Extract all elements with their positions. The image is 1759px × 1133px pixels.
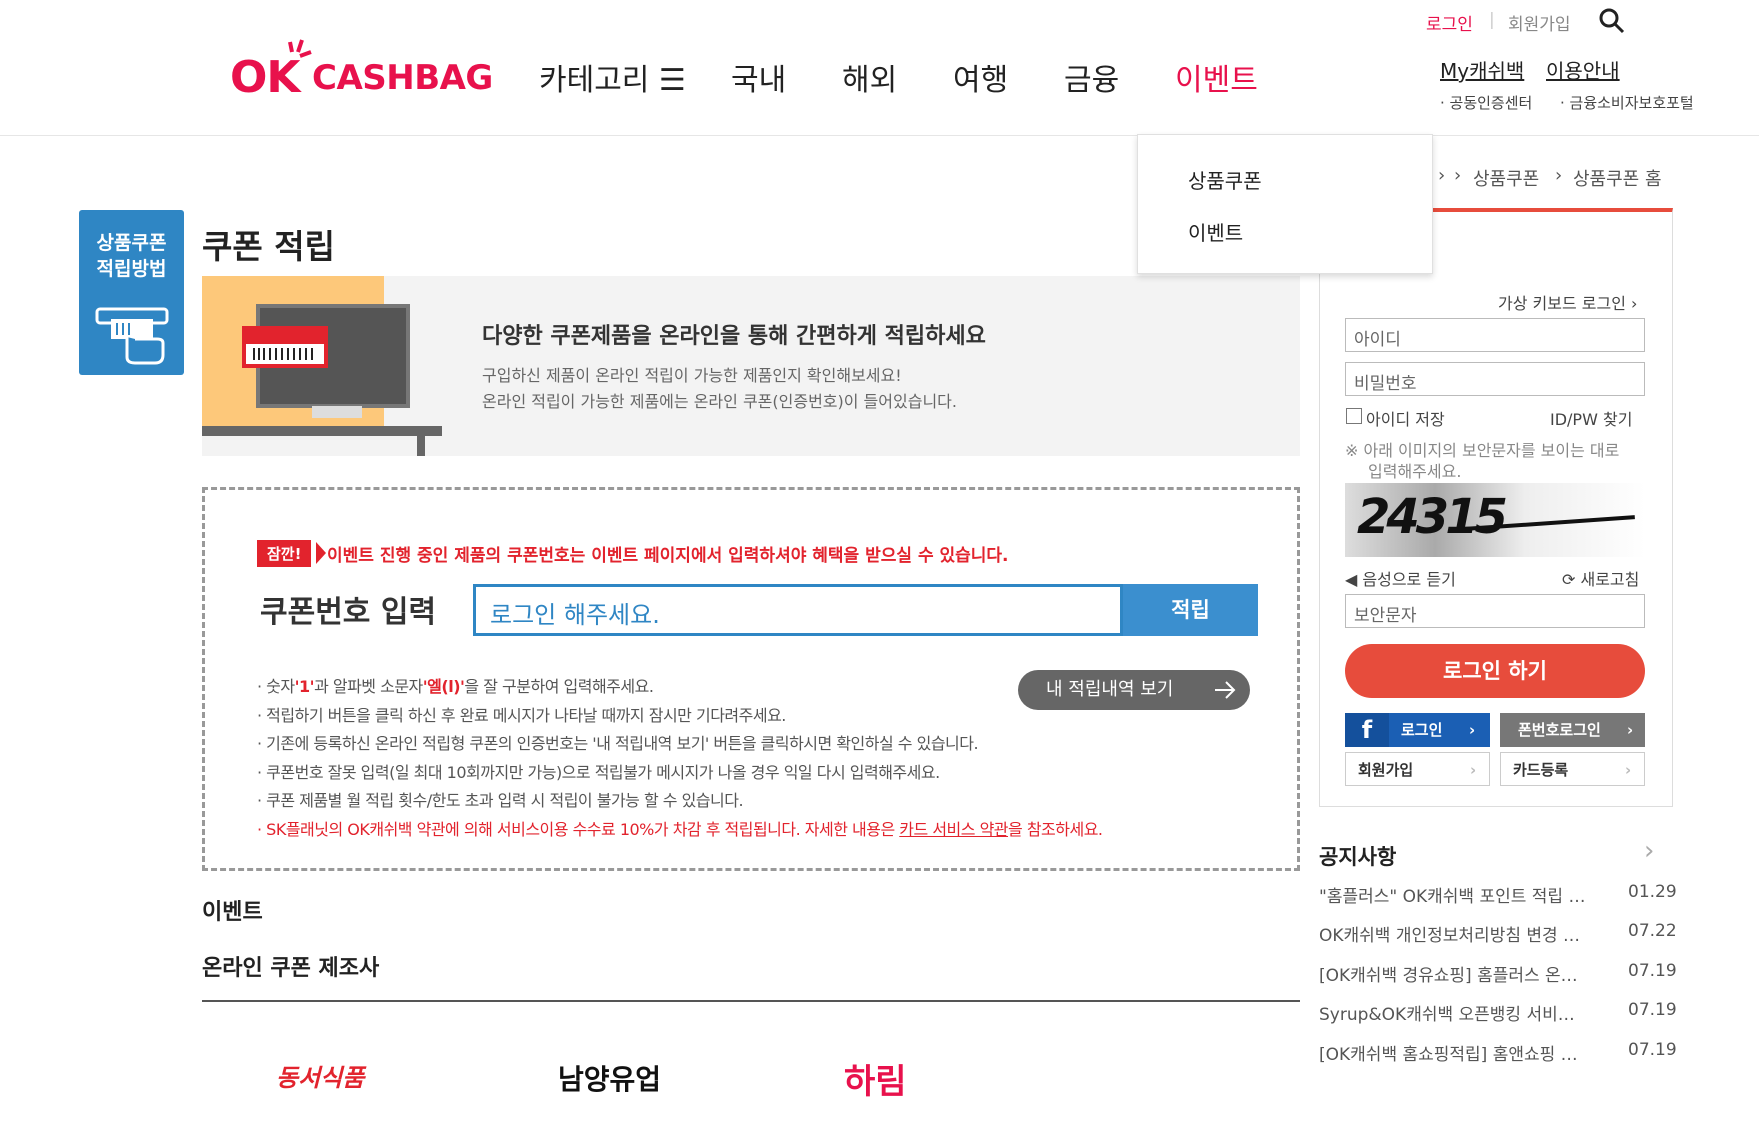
nav-domestic[interactable]: 국내 [731,55,786,99]
chevron-right-icon[interactable]: › [1644,836,1654,866]
notice-item[interactable]: [OK캐쉬백 경유쇼핑] 홈플러스 온… [1319,961,1589,986]
notice-date: 01.29 [1628,882,1677,902]
join-label: 회원가입 [1358,761,1414,779]
captcha-image: 24315 [1345,483,1645,557]
consumer-portal-link[interactable]: · 금융소비자보호포털 [1560,92,1694,113]
signup-link[interactable]: 회원가입 [1508,10,1571,35]
breadcrumb: › [1454,165,1462,186]
phone-login-button[interactable]: 폰번호로그인 › [1500,713,1645,747]
facebook-login-label: 로그인 [1401,721,1443,739]
coupon-banner: 다양한 쿠폰제품을 온라인을 통해 간편하게 적립하세요 구입하신 제품이 온라… [202,276,1300,456]
history-button-label: 내 적립내역 보기 [1046,679,1174,700]
logo-cashbag-text: CASHBAG [312,58,493,98]
breadcrumb-item-coupon[interactable]: 상품쿠폰 [1473,165,1539,191]
coupon-method-tab[interactable]: 상품쿠폰 적립방법 [79,210,184,375]
page-title: 쿠폰 적립 [202,227,335,266]
join-button[interactable]: 회원가입 › [1345,752,1490,786]
save-id-label: 아이디 저장 [1366,410,1445,429]
maker-dongsuh-logo[interactable]: 동서식품 [276,1058,364,1093]
breadcrumb-arrow-icon: › [1555,165,1563,186]
chevron-right-icon: › [1469,721,1476,739]
util-divider: | [1489,10,1495,30]
notice-date: 07.19 [1628,961,1677,981]
event-notice-text: 이벤트 진행 중인 제품의 쿠폰번호는 이벤트 페이지에서 입력하셔야 혜택을 … [327,546,1009,566]
guide-link[interactable]: 이용안내 [1546,55,1620,84]
captcha-note-line2: 입력해주세요. [1368,462,1462,481]
captcha-audio-button[interactable]: ◀ 음성으로 듣기 [1345,566,1456,590]
notice-item[interactable]: [OK캐쉬백 홈쇼핑적립] 홈앤쇼핑 … [1319,1040,1589,1065]
event-section-title[interactable]: 이벤트 [202,894,263,926]
guide-item-6: · SK플래닛의 OK캐쉬백 약관에 의해 서비스이용 수수료 10%가 차감 … [257,820,1103,839]
notice-date: 07.22 [1628,921,1677,941]
notice-item[interactable]: "홈플러스" OK캐쉬백 포인트 적립 … [1319,882,1589,907]
search-icon[interactable] [1599,8,1625,34]
password-input[interactable]: 비밀번호 [1345,362,1645,396]
captcha-text: 24315 [1357,489,1508,545]
guide-item-4: · 쿠폰번호 잘못 입력(일 최대 10회까지만 가능)으로 적립불가 메시지가… [257,763,940,782]
nav-overseas[interactable]: 해외 [842,55,897,99]
coupon-number-input[interactable]: 로그인 해주세요. [473,584,1123,636]
dropdown-item-event[interactable]: 이벤트 [1188,217,1243,246]
card-terms-link[interactable]: 카드 서비스 약관 [899,820,1008,839]
guide-item-3: · 기존에 등록하신 온라인 적립형 쿠폰의 인증번호는 '내 적립내역 보기'… [257,734,979,753]
id-input[interactable]: 아이디 [1345,318,1645,352]
my-history-button[interactable]: 내 적립내역 보기 [1018,670,1250,710]
chevron-right-icon: › [1627,721,1634,739]
maker-namyang-logo[interactable]: 남양유업 [558,1058,661,1098]
login-box: 가상 키보드 로그인 › 아이디 비밀번호 아이디 저장 ID/PW 찾기 ※ … [1319,208,1673,807]
coupon-entry-box: 잠깐! 이벤트 진행 중인 제품의 쿠폰번호는 이벤트 페이지에서 입력하셔야 … [202,487,1300,871]
login-link[interactable]: 로그인 [1426,10,1473,35]
side-tab-line1: 상품쿠폰 [96,232,167,254]
arrow-right-icon [1215,681,1236,699]
guide-item-5: · 쿠폰 제품별 월 적립 횟수/한도 초과 입력 시 적립이 불가능 할 수 … [257,791,744,810]
nav-finance[interactable]: 금융 [1064,55,1119,99]
dropdown-item-product-coupon[interactable]: 상품쿠폰 [1188,165,1262,194]
login-submit-button[interactable]: 로그인 하기 [1345,644,1645,698]
event-dropdown-menu: 상품쿠폰 이벤트 [1137,134,1433,274]
virtual-keyboard-login-link[interactable]: 가상 키보드 로그인 › [1498,290,1637,314]
guide-item-1: · 숫자'1'과 알파벳 소문자'엘(l)'을 잘 구분하여 입력해주세요. [257,677,654,696]
nav-category[interactable]: 카테고리 ☰ [539,55,686,99]
makers-section-title: 온라인 쿠폰 제조사 [202,956,380,981]
notice-date: 07.19 [1628,1000,1677,1020]
site-header: OK CASHBAG 카테고리 ☰ 국내 해외 여행 금융 이벤트 로그인 | … [0,0,1759,136]
badge-arrow-icon [316,542,326,564]
notice-item[interactable]: Syrup&OK캐쉬백 오픈뱅킹 서비… [1319,1000,1589,1025]
coupon-input-label: 쿠폰번호 입력 [260,595,437,630]
captcha-input[interactable]: 보안문자 [1345,594,1645,628]
banner-line2: 온라인 적립이 가능한 제품에는 온라인 쿠폰(인증번호)이 들어있습니다. [482,392,957,411]
phone-login-label: 폰번호로그인 [1518,721,1601,739]
wait-badge: 잠깐! [257,540,312,567]
facebook-icon: f [1345,713,1389,747]
chevron-right-icon: › [1625,761,1632,779]
side-tab-line2: 적립방법 [96,258,167,280]
notice-date: 07.19 [1628,1040,1677,1060]
monitor-barcode-illustration [202,276,442,456]
nav-event[interactable]: 이벤트 [1175,55,1258,99]
banner-heading: 다양한 쿠폰제품을 온라인을 통해 간편하게 적립하세요 [482,324,986,349]
captcha-refresh-button[interactable]: ⟳ 새로고침 [1562,566,1639,590]
breadcrumb-item-home[interactable]: 상품쿠폰 홈 [1573,165,1662,191]
find-idpw-link[interactable]: ID/PW 찾기 [1550,406,1632,430]
guide-item-2: · 적립하기 버튼을 클릭 하신 후 완료 메시지가 나타날 때까지 잠시만 기… [257,706,786,725]
facebook-login-button[interactable]: f 로그인 › [1345,713,1490,747]
my-cashbag-link[interactable]: My캐쉬백 [1440,55,1524,84]
card-register-label: 카드등록 [1513,761,1569,779]
logo-spark-icon [288,39,312,58]
notice-title[interactable]: 공지사항 [1319,841,1396,871]
banner-line1: 구입하신 제품이 온라인 적립이 가능한 제품인지 확인해보세요! [482,366,902,385]
chevron-right-icon: › [1470,761,1477,779]
notice-item[interactable]: OK캐쉬백 개인정보처리방침 변경 … [1319,921,1589,946]
maker-harim-logo[interactable]: 하림 [844,1054,907,1103]
coupon-submit-button[interactable]: 적립 [1123,584,1258,636]
cert-center-link[interactable]: · 공동인증센터 [1440,92,1532,113]
save-id-checkbox[interactable] [1346,408,1362,424]
section-divider [202,1000,1300,1002]
card-register-button[interactable]: 카드등록 › [1500,752,1645,786]
breadcrumb-arrow-icon: › [1438,165,1446,186]
nav-travel[interactable]: 여행 [953,55,1008,99]
hand-card-icon [95,307,169,365]
